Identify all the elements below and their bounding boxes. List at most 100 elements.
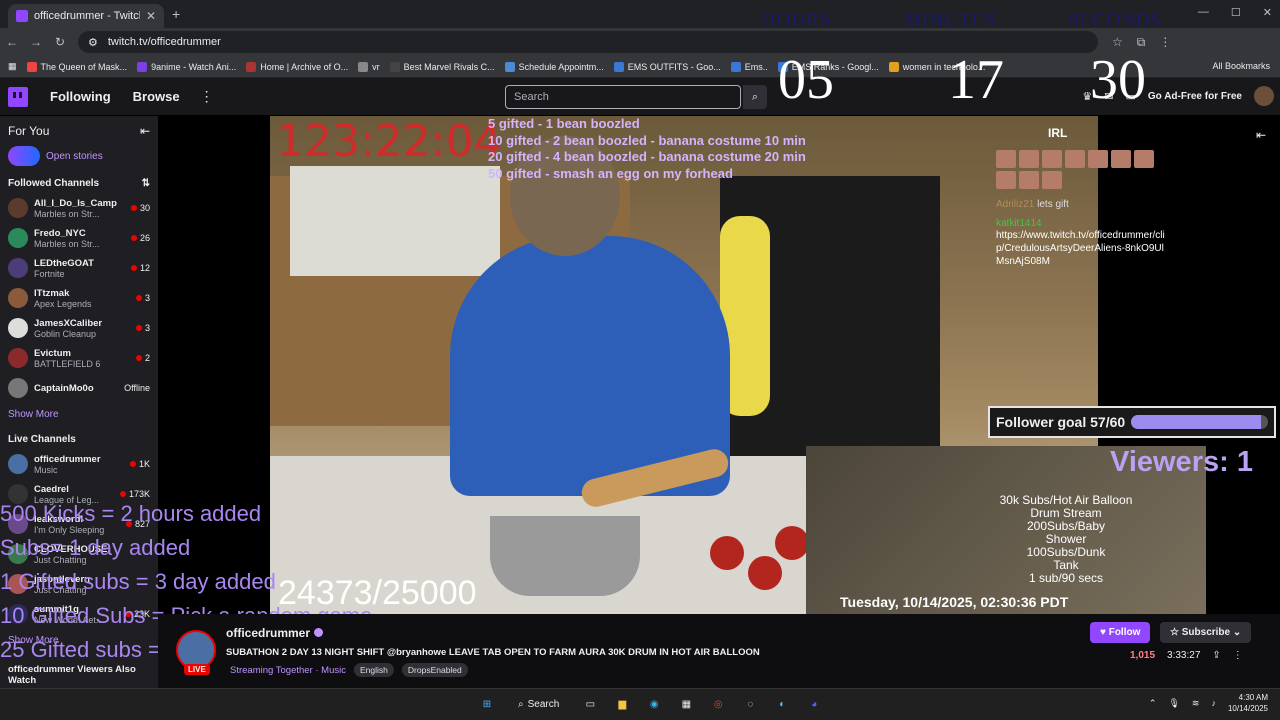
bookmark-item[interactable]: vr	[358, 61, 380, 72]
url-text: twitch.tv/officedrummer	[107, 36, 221, 48]
followed-channel[interactable]: LEDtheGOAT Fortnite 12	[0, 253, 158, 283]
seconds-value: 30	[1090, 49, 1146, 111]
bookmark-item[interactable]: Best Marvel Rivals C...	[389, 61, 495, 72]
tag-drops[interactable]: DropsEnabled	[401, 663, 468, 677]
ad-free-button[interactable]: Go Ad-Free for Free	[1148, 91, 1242, 102]
viewer-count: 1,015	[1130, 650, 1156, 661]
reload-icon[interactable]: ↻	[48, 35, 72, 49]
forward-icon[interactable]: →	[24, 35, 48, 49]
gift-line: 50 gifted - smash an egg on my forhead	[488, 165, 733, 181]
datetime-overlay: Tuesday, 10/14/2025, 02:30:36 PDT	[840, 594, 1069, 610]
channel-name[interactable]: officedrummer	[226, 626, 324, 640]
store-icon[interactable]: ▦	[675, 693, 697, 715]
close-window-icon[interactable]: ✕	[1263, 6, 1272, 19]
sort-icon[interactable]: ⇅	[142, 178, 150, 189]
verified-icon	[314, 628, 324, 637]
menu-dots-icon[interactable]: ⋮	[1159, 35, 1171, 50]
goals-text: 30k Subs/Hot Air Balloon Drum Stream 200…	[999, 493, 1133, 585]
followed-channel[interactable]: Evictum BATTLEFIELD 62	[0, 343, 158, 373]
apps-icon[interactable]: ▦	[8, 61, 17, 72]
chat-overlay: IRL Adriliz21 lets gift katkit1414 https…	[996, 126, 1166, 268]
site-info-icon[interactable]: ⚙	[88, 36, 98, 49]
collapse-chat-icon[interactable]: ⇤	[1256, 128, 1266, 142]
more-options-icon[interactable]: ⋮	[1233, 650, 1243, 661]
wifi-icon[interactable]: ≋	[1192, 698, 1200, 709]
nav-browse[interactable]: Browse	[133, 89, 180, 104]
address-bar: ← → ↻ ⚙ twitch.tv/officedrummer ☆ ⧉ ⋮	[0, 28, 1280, 56]
followed-channel[interactable]: Fredo_NYC Marbles on Str... 26	[0, 223, 158, 253]
share-icon[interactable]: ⇪	[1212, 650, 1220, 661]
bookmark-item[interactable]: Ems..	[730, 61, 768, 72]
minutes-value: 17	[948, 49, 1004, 111]
window-controls: — ☐ ✕	[1198, 6, 1272, 19]
gift-line: 20 gifted - 4 bean boozled - banana cost…	[488, 149, 806, 164]
chat-username: katkit1414	[996, 218, 1042, 229]
all-bookmarks-button[interactable]: All Bookmarks	[1212, 61, 1270, 71]
clock[interactable]: 4:30 AM 10/14/2025	[1228, 692, 1268, 714]
stream-info: LIVE officedrummer SUBATHON 2 DAY 13 NIG…	[158, 614, 1280, 688]
apple	[748, 556, 782, 590]
bookmark-item[interactable]: Schedule Appointm...	[504, 61, 604, 72]
followed-channel[interactable]: CaptainMo0o Offline	[0, 373, 158, 403]
twitch-favicon-icon	[16, 10, 28, 22]
bookmark-item[interactable]: EMS OUTFITS - Goo...	[613, 61, 721, 72]
edge-icon[interactable]: ◉	[643, 693, 665, 715]
live-badge: LIVE	[184, 664, 210, 675]
browser-tab[interactable]: officedrummer - Twitch ✕	[8, 4, 164, 28]
for-you-heading: For You	[8, 124, 50, 138]
volume-icon[interactable]: ♪	[1211, 698, 1216, 708]
uptime: 3:33:27	[1167, 650, 1201, 661]
bookmark-item[interactable]: Home | Archive of O...	[246, 61, 348, 72]
app-icon[interactable]: ◌	[739, 693, 761, 715]
hours-value: 05	[778, 49, 834, 111]
stream-category-row: Streaming Together · Music English Drops…	[230, 663, 468, 677]
bookmarks-bar: ▦ The Queen of Mask... 9anime - Watch An…	[0, 56, 1280, 78]
windows-start-icon[interactable]: ⊞	[476, 693, 498, 715]
taskbar: ⊞ ⌕ Search ▭ ▆ ◉ ▦ ◎ ◌ ◐ ◕ ⌃ 🎙 ≋ ♪ 4:30 …	[0, 688, 1280, 720]
kitchen-window	[290, 166, 500, 276]
taskbar-search[interactable]: ⌕ Search	[508, 699, 569, 710]
task-view-icon[interactable]: ▭	[579, 693, 601, 715]
chat-link: https://www.twitch.tv/officedrummer/clip…	[996, 230, 1165, 267]
discord-icon[interactable]: ◕	[803, 693, 825, 715]
collapse-sidebar-icon[interactable]: ⇤	[140, 124, 150, 138]
tab-title: officedrummer - Twitch	[34, 10, 140, 22]
file-explorer-icon[interactable]: ▆	[611, 693, 633, 715]
seconds-label: SECONDS	[1068, 10, 1162, 31]
bookmark-item[interactable]: 9anime - Watch Ani...	[137, 61, 236, 72]
stream-title: SUBATHON 2 DAY 13 NIGHT SHIFT @bryanhowe…	[226, 647, 760, 658]
user-avatar[interactable]	[1254, 86, 1274, 106]
back-icon[interactable]: ←	[0, 35, 24, 49]
bookmark-item[interactable]: The Queen of Mask...	[26, 61, 127, 72]
search-icon[interactable]: ⌕	[743, 85, 767, 109]
minutes-label: MINUTES	[904, 10, 996, 31]
steam-icon[interactable]: ◐	[771, 693, 793, 715]
nav-following[interactable]: Following	[50, 89, 111, 104]
follow-button[interactable]: ♥ Follow	[1090, 622, 1151, 643]
minimize-icon[interactable]: —	[1198, 6, 1209, 19]
show-more-link[interactable]: Show More	[0, 403, 158, 426]
twitch-logo-icon[interactable]	[8, 86, 28, 107]
close-tab-icon[interactable]: ✕	[146, 9, 156, 23]
timer-labels: HOURS MINUTES SECONDS	[762, 10, 1162, 32]
goal-progress-bar	[1131, 415, 1268, 429]
maximize-icon[interactable]: ☐	[1231, 6, 1241, 19]
search-input[interactable]: Search	[505, 85, 741, 109]
followed-channel[interactable]: JamesXCaliber Goblin Cleanup 3	[0, 313, 158, 343]
apple	[775, 526, 809, 560]
followed-channel[interactable]: All_I_Do_Is_Camp Marbles on Str... 30	[0, 193, 158, 223]
open-stories-button[interactable]: Open stories	[0, 142, 158, 170]
live-channel[interactable]: officedrummer Music 1K	[0, 449, 158, 479]
chrome-icon[interactable]: ◎	[707, 693, 729, 715]
followed-channel[interactable]: ITtzmak Apex Legends 3	[0, 283, 158, 313]
chat-username: Adriliz21	[996, 199, 1035, 210]
tag-english[interactable]: English	[354, 663, 394, 677]
new-tab-button[interactable]: +	[172, 6, 180, 22]
subscribe-button[interactable]: ☆ Subscribe ⌄	[1160, 622, 1252, 643]
tray-chevron-icon[interactable]: ⌃	[1149, 698, 1157, 709]
more-dots-icon[interactable]: ⋮	[200, 88, 214, 105]
follower-goal: Follower goal 57/60	[988, 406, 1276, 438]
url-field[interactable]: ⚙ twitch.tv/officedrummer	[78, 31, 1098, 53]
mic-icon[interactable]: 🎙	[1168, 698, 1179, 709]
category-link[interactable]: Streaming Together · Music	[230, 665, 346, 676]
